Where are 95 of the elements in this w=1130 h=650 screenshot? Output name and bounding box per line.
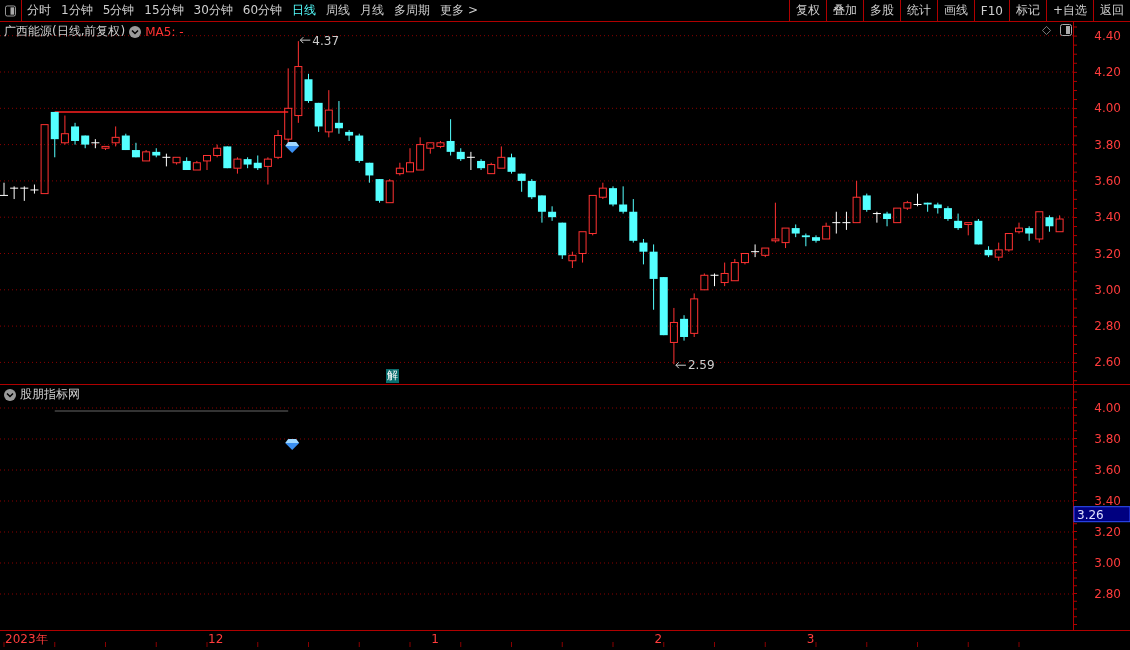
candle bbox=[761, 247, 770, 258]
axis-label: 2.80 bbox=[1094, 319, 1121, 334]
axis-label: 3.60 bbox=[1094, 173, 1121, 188]
candle bbox=[801, 233, 810, 247]
axis-label: 4.00 bbox=[1094, 101, 1121, 116]
toolbar-button[interactable]: 复权 bbox=[788, 0, 826, 21]
toolbar-button[interactable]: 返回 bbox=[1093, 0, 1130, 21]
date-label: 12 bbox=[208, 632, 224, 646]
toolbar-button[interactable]: 画线 bbox=[936, 0, 974, 21]
period-tab[interactable]: 周线 bbox=[321, 0, 356, 21]
period-tab[interactable]: 60分钟 bbox=[237, 0, 288, 21]
value-tag bbox=[1073, 506, 1130, 523]
candle bbox=[933, 202, 942, 215]
axis-label: 4.20 bbox=[1094, 65, 1121, 79]
candle bbox=[507, 153, 516, 175]
date-label: 3 bbox=[806, 632, 815, 646]
candle bbox=[192, 160, 201, 171]
period-tab[interactable]: 多周期 bbox=[389, 0, 436, 21]
axis-label: 4.40 bbox=[1094, 28, 1121, 43]
period-tab[interactable]: 日线 bbox=[287, 0, 322, 21]
chart-title: 广西能源(日线,前复权) bbox=[4, 23, 126, 40]
axis-label: 3.20 bbox=[1094, 525, 1121, 539]
candle bbox=[537, 194, 546, 224]
candle bbox=[609, 185, 617, 207]
period-tab[interactable]: 30分钟 bbox=[188, 0, 238, 21]
toolbar-button[interactable]: 统计 bbox=[899, 0, 937, 21]
candle bbox=[0, 182, 9, 196]
candle bbox=[1015, 222, 1023, 235]
candle bbox=[883, 211, 892, 227]
candle bbox=[203, 155, 211, 171]
period-tab[interactable]: 1分钟 bbox=[56, 0, 98, 21]
candle bbox=[131, 142, 140, 158]
axis-label: 3.00 bbox=[1094, 282, 1121, 297]
axis-label: 3.40 bbox=[1094, 494, 1121, 508]
axis-label: 3.80 bbox=[1094, 137, 1121, 152]
badge[interactable]: 解 bbox=[386, 369, 399, 383]
date-label: 2 bbox=[654, 632, 663, 646]
arrow-icon bbox=[675, 361, 687, 369]
candle bbox=[152, 147, 161, 158]
arrow-icon bbox=[299, 36, 311, 44]
candle bbox=[923, 202, 932, 213]
candle bbox=[334, 100, 343, 135]
low-price-label: 2.59 bbox=[687, 358, 715, 373]
period-tab[interactable]: 分时 bbox=[22, 0, 56, 21]
period-tab[interactable]: 5分钟 bbox=[97, 0, 140, 21]
candle bbox=[943, 205, 952, 222]
axis-label: 4.00 bbox=[1094, 401, 1121, 415]
candle bbox=[142, 149, 151, 162]
diamond-icon bbox=[285, 142, 300, 153]
candle bbox=[9, 185, 19, 200]
candle bbox=[954, 213, 963, 231]
axis-label: 3.80 bbox=[1094, 432, 1121, 446]
period-tab[interactable]: 更多 > bbox=[435, 0, 483, 21]
high-price-label: 4.37 bbox=[312, 34, 340, 49]
diamond-icon bbox=[285, 439, 300, 450]
diamond-outline-icon[interactable] bbox=[1042, 26, 1051, 35]
ma-label: MA5: - bbox=[145, 24, 184, 39]
axis-label: 3.40 bbox=[1094, 210, 1121, 225]
panel-toggle-icon[interactable] bbox=[1060, 24, 1072, 36]
axis-label: 2.60 bbox=[1094, 355, 1121, 370]
candle bbox=[913, 193, 922, 207]
toolbar-button[interactable]: 标记 bbox=[1008, 0, 1046, 21]
candle bbox=[395, 162, 404, 176]
period-tab[interactable]: 月线 bbox=[355, 0, 390, 21]
candle bbox=[669, 307, 678, 365]
indicator-title: 股朋指标网 bbox=[20, 386, 80, 403]
period-tab[interactable]: 15分钟 bbox=[139, 0, 189, 21]
candle bbox=[1004, 233, 1013, 253]
date-label: 2023年 bbox=[5, 632, 48, 646]
current-value: 3.26 bbox=[1077, 507, 1104, 522]
candle bbox=[161, 153, 171, 167]
dropdown-icon[interactable] bbox=[129, 25, 142, 38]
toolbar-button[interactable]: 多股 bbox=[862, 0, 900, 21]
candle bbox=[527, 178, 536, 200]
candle bbox=[812, 234, 820, 244]
toolbar-button[interactable]: 叠加 bbox=[825, 0, 863, 21]
candle bbox=[1055, 214, 1064, 233]
date-label: 1 bbox=[431, 632, 439, 646]
candle bbox=[659, 276, 668, 336]
axis-label: 2.80 bbox=[1094, 587, 1121, 601]
candle bbox=[406, 147, 414, 173]
candle bbox=[822, 222, 831, 240]
candle bbox=[121, 133, 130, 151]
candle bbox=[831, 211, 841, 235]
candle bbox=[385, 178, 394, 204]
toolbar-button[interactable]: +自选 bbox=[1045, 0, 1093, 21]
candle bbox=[375, 178, 384, 204]
dropdown-icon[interactable] bbox=[4, 388, 16, 401]
candle bbox=[517, 173, 526, 193]
axis-label: 3.60 bbox=[1094, 463, 1121, 477]
axis-label: 3.20 bbox=[1094, 246, 1121, 261]
toolbar-button[interactable]: F10 bbox=[973, 0, 1009, 21]
candle bbox=[750, 243, 760, 258]
candle bbox=[365, 162, 374, 184]
axis-label: 3.00 bbox=[1094, 556, 1121, 570]
